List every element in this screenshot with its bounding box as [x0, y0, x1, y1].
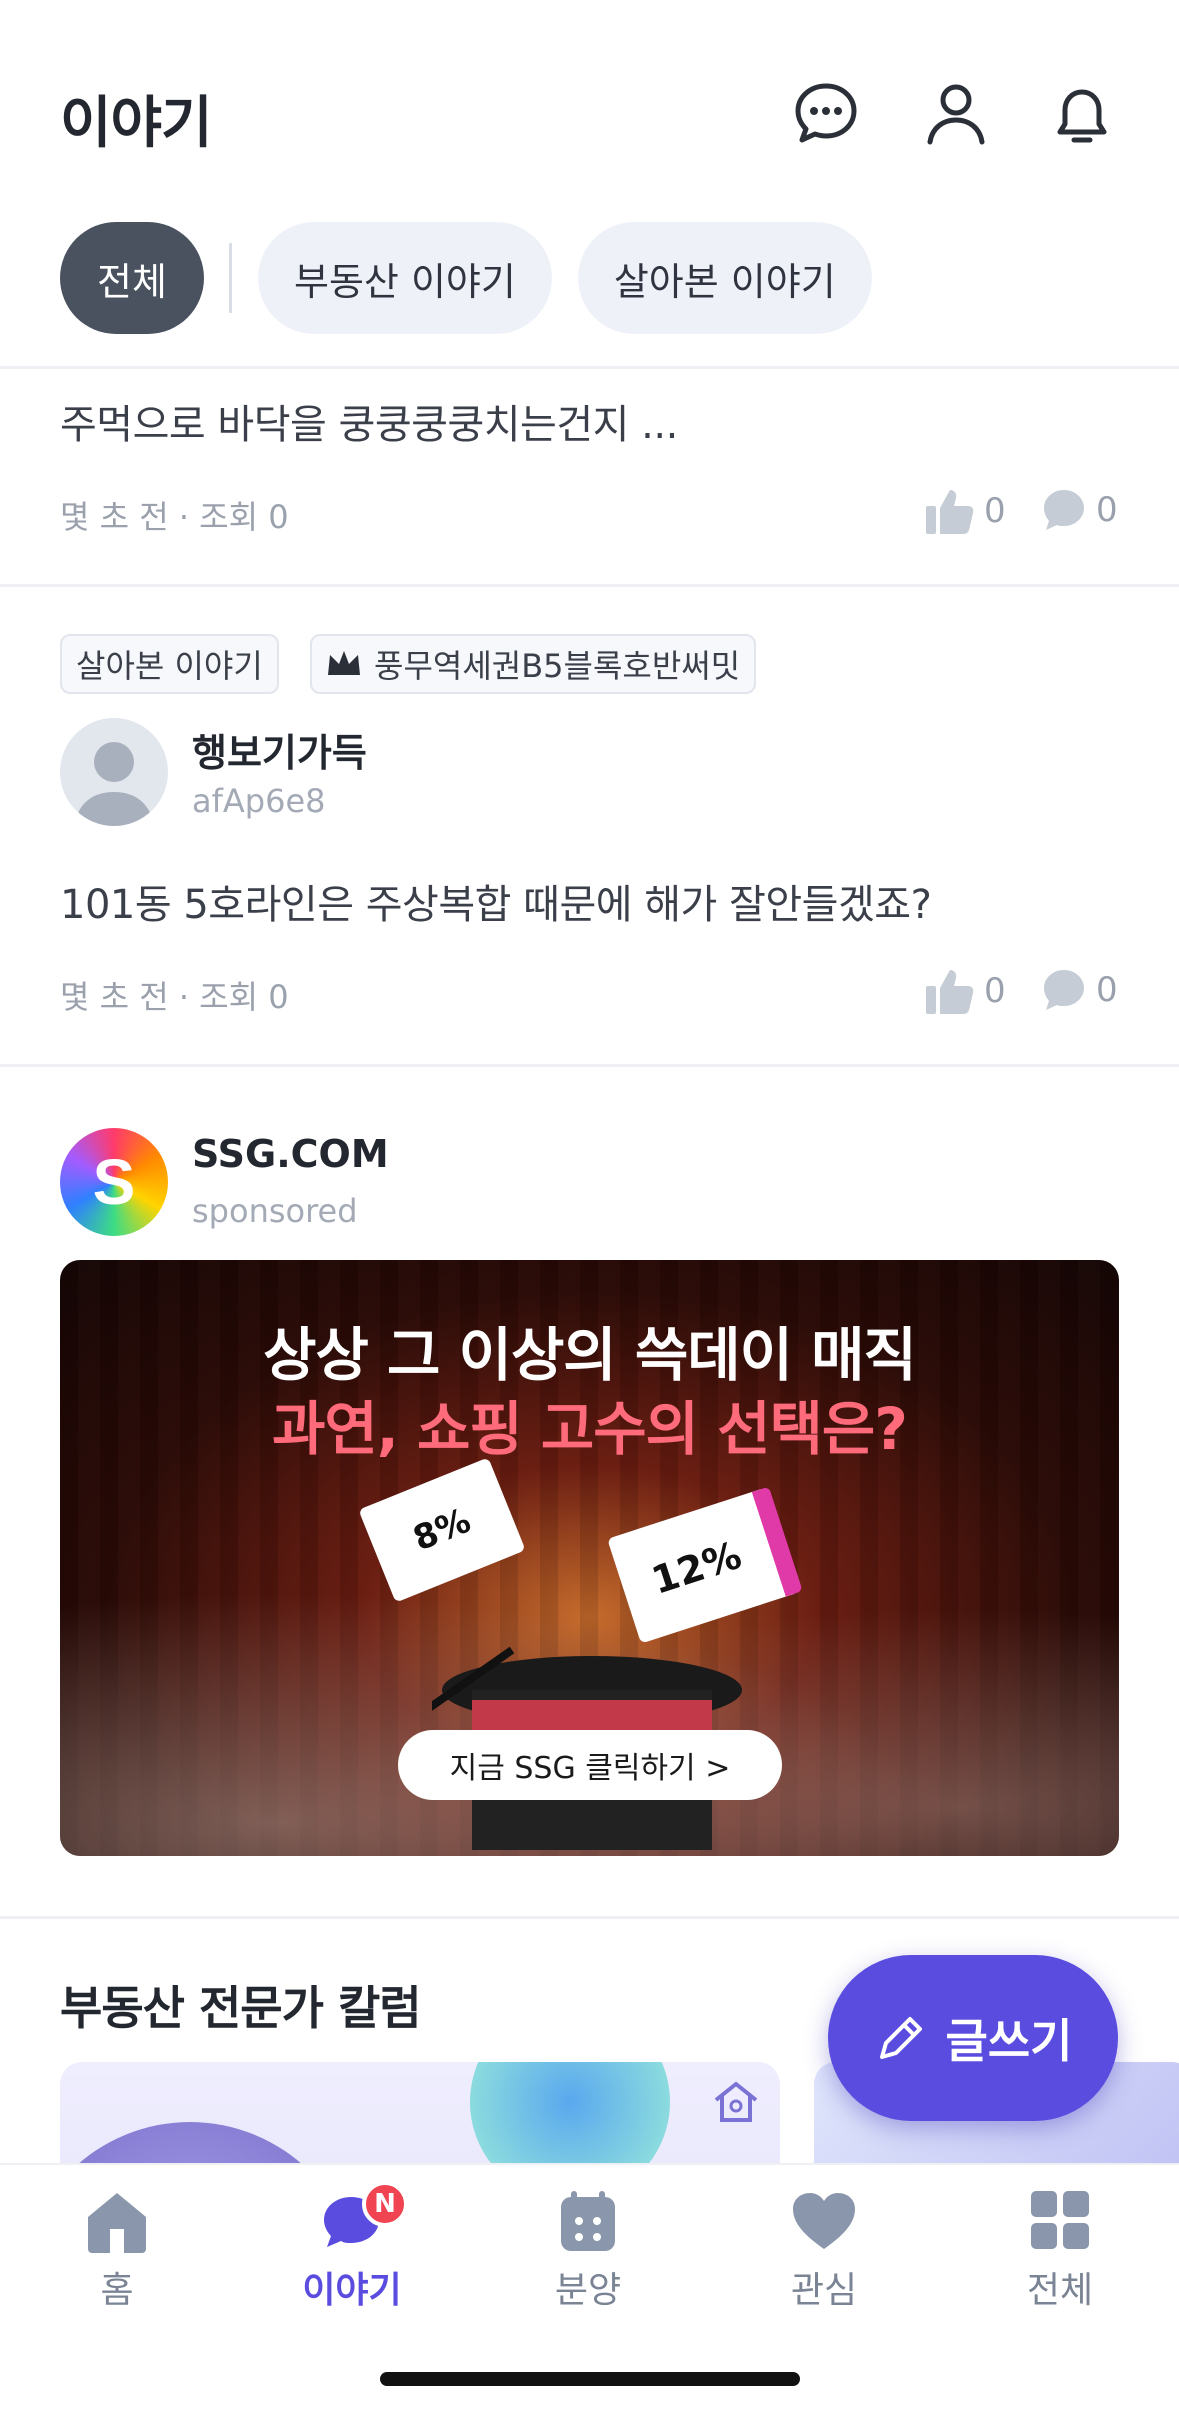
- nav-all[interactable]: 전체: [970, 2187, 1150, 2313]
- comment-button[interactable]: 0: [1040, 966, 1118, 1014]
- nav-home[interactable]: 홈: [27, 2187, 207, 2313]
- crown-icon: [328, 651, 360, 675]
- write-button-label: 글쓰기: [945, 2014, 1073, 2068]
- category-chip[interactable]: 살아본 이야기: [60, 634, 279, 694]
- thumbs-up-icon: [926, 490, 974, 534]
- comment-bubble-icon: [1044, 490, 1084, 530]
- thumbs-up-icon: [926, 970, 974, 1014]
- home-icon: [88, 2193, 146, 2253]
- tab-all[interactable]: 전체: [60, 222, 204, 334]
- tab-real-estate[interactable]: 부동산 이야기: [258, 222, 552, 334]
- heart-icon: [793, 2193, 855, 2249]
- tab-lived-stories[interactable]: 살아본 이야기: [577, 222, 872, 334]
- complex-chip[interactable]: 풍무역세권B5블록호반써밋: [310, 634, 757, 694]
- write-button[interactable]: 글쓰기: [828, 1955, 1118, 2121]
- comment-count: 0: [1096, 970, 1118, 1010]
- avatar[interactable]: [60, 718, 168, 826]
- category-chip-label: 살아본 이야기: [76, 647, 263, 685]
- post-body[interactable]: 주먹으로 바닥을 쿵쿵쿵쿵치는건지 ...: [60, 392, 678, 450]
- like-button[interactable]: 0: [924, 966, 1006, 1016]
- sponsored-label: sponsored: [192, 1192, 358, 1230]
- divider: [0, 366, 1179, 369]
- like-count: 0: [984, 971, 1006, 1011]
- complex-chip-label: 풍무역세권B5블록호반써밋: [374, 647, 741, 685]
- like-button[interactable]: 0: [924, 486, 1006, 536]
- comment-count: 0: [1096, 490, 1118, 530]
- divider: [0, 584, 1179, 587]
- like-count: 0: [984, 491, 1006, 531]
- chat-icon[interactable]: [790, 78, 862, 150]
- pencil-icon: [879, 2017, 922, 2059]
- post-meta: 몇 초 전 · 조회 0: [60, 498, 289, 536]
- nav-label: 홈: [100, 2270, 134, 2311]
- tab-divider: [229, 243, 232, 313]
- home-indicator[interactable]: [380, 2372, 800, 2386]
- page-title: 이야기: [60, 91, 213, 156]
- ad-cta-button[interactable]: 지금 SSG 클릭하기 >: [398, 1730, 782, 1800]
- house-icon: [714, 2081, 758, 2122]
- nav-stories[interactable]: N 이야기: [262, 2181, 442, 2313]
- coupon-value: 12%: [646, 1532, 747, 1603]
- divider: [0, 1064, 1179, 1067]
- nav-label: 분양: [554, 2270, 622, 2311]
- comment-button[interactable]: 0: [1040, 486, 1118, 534]
- ad-banner[interactable]: 상상 그 이상의 쓱데이 매직 과연, 쇼핑 고수의 선택은? 8% 12% 지…: [60, 1260, 1119, 1856]
- section-title: 부동산 전문가 칼럼: [60, 1981, 422, 2035]
- new-badge: N: [362, 2181, 408, 2227]
- post-body[interactable]: 101동 5호라인은 주상복합 때문에 해가 잘안들겠죠?: [60, 872, 932, 930]
- author-name[interactable]: 행보기가득: [192, 722, 367, 777]
- author-handle: afAp6e8: [192, 782, 326, 820]
- nav-label: 관심: [790, 2270, 858, 2311]
- divider: [0, 1916, 1179, 1919]
- post-meta: 몇 초 전 · 조회 0: [60, 978, 289, 1016]
- nav-label: 이야기: [302, 2270, 402, 2311]
- coupon-value: 8%: [407, 1500, 477, 1560]
- bell-icon[interactable]: [1046, 78, 1118, 150]
- advertiser-logo[interactable]: S: [60, 1128, 168, 1236]
- advertiser-name[interactable]: SSG.COM: [192, 1132, 389, 1176]
- banner-subheadline: 과연, 쇼핑 고수의 선택은?: [272, 1395, 908, 1463]
- user-icon[interactable]: [920, 78, 992, 150]
- nav-interest[interactable]: 관심: [734, 2187, 914, 2313]
- comment-bubble-icon: [1044, 970, 1084, 1010]
- nav-presale[interactable]: 분양: [498, 2187, 678, 2313]
- nav-label: 전체: [1026, 2270, 1094, 2311]
- category-tabs: 전체 부동산 이야기 살아본 이야기: [60, 222, 898, 334]
- advertiser-logo-letter: S: [92, 1146, 136, 1218]
- banner-headline: 상상 그 이상의 쓱데이 매직: [263, 1321, 917, 1389]
- grid-icon: [1031, 2191, 1089, 2249]
- default-avatar-icon: [74, 742, 154, 826]
- app-header: 이야기: [0, 0, 1179, 220]
- calendar-icon: [561, 2191, 615, 2251]
